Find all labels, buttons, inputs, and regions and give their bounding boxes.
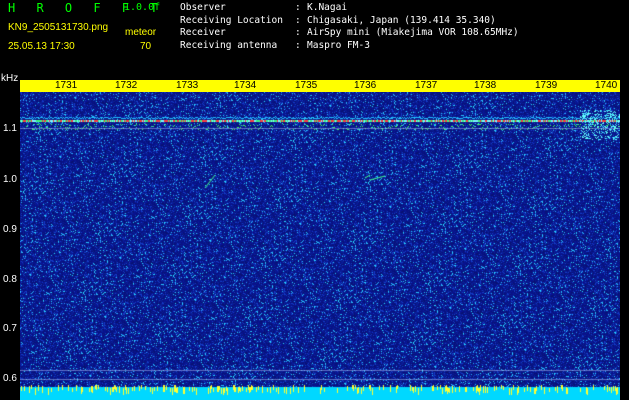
info-key: Receiving Location [180,14,283,26]
time-ruler: 1731 1732 1733 1734 1735 1736 1737 1738 … [20,80,620,92]
file-name: KN9_2505131730.png [8,22,109,33]
meteor-label: meteor [125,27,157,38]
freq-label-1.0: 1.0 [3,174,17,185]
frequency-unit-label: kHz [1,73,19,84]
time-label-1736: 1736 [354,80,377,91]
time-label-1734: 1734 [234,80,257,91]
freq-label-0.8: 0.8 [3,274,17,285]
freq-label-0.9: 0.9 [3,224,17,235]
info-separator: : [295,39,301,51]
spectrogram-canvas [20,80,620,400]
time-label-1731: 1731 [55,80,78,91]
freq-label-0.6: 0.6 [3,373,17,384]
info-key: Receiver [180,27,226,38]
info-separator: : [295,14,301,26]
info-value: Chigasaki, Japan (139.414 35.340) [307,14,496,26]
info-row-location: Receiving Location: Chigasaki, Japan (139… [180,15,519,28]
info-separator: : [295,27,301,38]
info-value: Maspro FM-3 [307,39,370,51]
time-label-1738: 1738 [474,80,497,91]
info-key: Receiving antenna [180,39,278,51]
info-row-receiver: Receiver: AirSpy mini (Miakejima VOR 108.… [180,27,519,40]
time-label-1740: 1740 [595,80,618,91]
time-label-1733: 1733 [176,80,199,91]
info-separator: : [295,2,301,13]
info-value: K.Nagai [307,2,348,13]
time-label-1737: 1737 [415,80,438,91]
observation-info: Observer: K.Nagai Receiving Location: Chig… [180,2,519,52]
info-row-antenna: Receiving antenna: Maspro FM-3 [180,40,519,53]
info-key: Observer [180,2,226,13]
time-label-1732: 1732 [115,80,138,91]
info-row-observer: Observer: K.Nagai [180,2,519,15]
header-panel: H R O F F T 1.0.0f KN9_2505131730.png me… [0,0,629,76]
time-label-1739: 1739 [535,80,558,91]
freq-label-1.1: 1.1 [3,123,17,134]
info-value: AirSpy mini (Miakejima VOR 108.65MHz) [307,27,519,38]
freq-label-0.7: 0.7 [3,323,17,334]
meteor-count: 70 [140,41,152,52]
time-label-1735: 1735 [295,80,318,91]
spectrogram-plot [20,80,620,400]
app-version: 1.0.0f [124,2,161,13]
datetime: 25.05.13 17:30 [8,41,75,52]
